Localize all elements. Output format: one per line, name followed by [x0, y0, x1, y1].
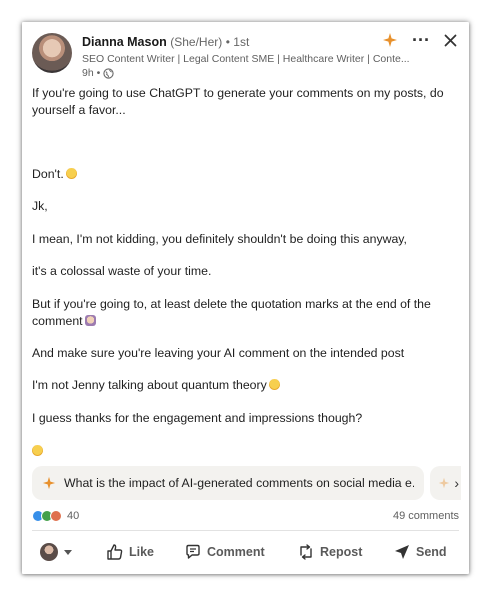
reaction-identity-selector[interactable]	[40, 543, 72, 561]
post-paragraph: I mean, I'm not kidding, you definitely …	[32, 232, 407, 246]
next-suggestion-button[interactable]: ›	[430, 466, 461, 500]
post-header: Dianna Mason (She/Her) • 1st SEO Content…	[32, 31, 459, 82]
post-paragraph: Don't.	[32, 166, 457, 183]
close-icon[interactable]	[444, 34, 457, 47]
like-button[interactable]: Like	[106, 543, 154, 561]
send-label: Send	[416, 545, 447, 559]
more-options-icon[interactable]: ···	[412, 31, 430, 49]
sparkle-icon[interactable]	[382, 32, 398, 48]
post-line: I'm not Jenny talking about quantum theo…	[32, 378, 267, 392]
thumbs-up-icon	[107, 544, 123, 560]
author-avatar[interactable]	[32, 33, 72, 73]
repost-icon	[300, 544, 312, 560]
ai-suggestion-prompt[interactable]: What is the impact of AI-generated comme…	[32, 466, 424, 500]
post-paragraph: But if you're going to, at least delete …	[32, 296, 457, 329]
post-paragraph: I guess thanks for the engagement and im…	[32, 411, 363, 425]
post-paragraph	[32, 443, 457, 460]
post-line: Don't.	[32, 167, 64, 181]
send-button[interactable]: Send	[393, 543, 447, 561]
post-card: Dianna Mason (She/Her) • 1st SEO Content…	[22, 22, 469, 574]
chevron-right-icon: ›	[454, 475, 459, 491]
comment-icon	[186, 544, 200, 559]
globe-icon	[103, 67, 114, 79]
author-headline: SEO Content Writer | Legal Content SME |…	[82, 53, 410, 65]
love-reaction-icon	[50, 510, 62, 522]
caret-down-icon	[64, 549, 72, 555]
author-pronouns: (She/Her)	[170, 35, 223, 49]
grinning-emoji-icon	[65, 168, 77, 179]
post-paragraph: Jk,	[32, 199, 48, 213]
reactions-summary[interactable]: 40	[32, 510, 79, 522]
reaction-icons	[32, 510, 62, 522]
author-name[interactable]: Dianna Mason	[82, 35, 167, 49]
repost-button[interactable]: Repost	[297, 543, 362, 561]
comments-count-link[interactable]: 49 comments	[393, 510, 459, 522]
comment-label: Comment	[207, 545, 265, 559]
post-paragraph: it's a colossal waste of your time.	[32, 264, 212, 278]
post-paragraph: I'm not Jenny talking about quantum theo…	[32, 377, 457, 394]
smiling-emoji-icon	[32, 445, 43, 456]
header-actions: ···	[382, 31, 457, 49]
facepalm-emoji-icon	[84, 314, 96, 326]
divider	[32, 530, 459, 531]
post-paragraph: If you're going to use ChatGPT to genera…	[32, 86, 444, 117]
connection-degree: • 1st	[225, 35, 250, 49]
user-avatar	[40, 543, 58, 561]
post-timestamp: 9h •	[82, 67, 114, 79]
post-time: 9h •	[82, 67, 101, 79]
send-icon	[395, 545, 409, 559]
post-paragraph: And make sure you're leaving your AI com…	[32, 346, 405, 360]
sparkle-icon	[42, 476, 56, 490]
comment-button[interactable]: Comment	[184, 543, 265, 561]
grinning-emoji-icon	[268, 379, 280, 390]
like-label: Like	[129, 545, 155, 559]
sparkle-icon	[438, 477, 450, 489]
post-actions-bar: Like Comment Repost Send	[22, 537, 469, 567]
suggestion-text: What is the impact of AI-generated comme…	[64, 476, 414, 490]
reaction-count: 40	[67, 510, 80, 522]
repost-label: Repost	[320, 545, 363, 559]
author-name-line: Dianna Mason (She/Her) • 1st	[82, 35, 249, 49]
